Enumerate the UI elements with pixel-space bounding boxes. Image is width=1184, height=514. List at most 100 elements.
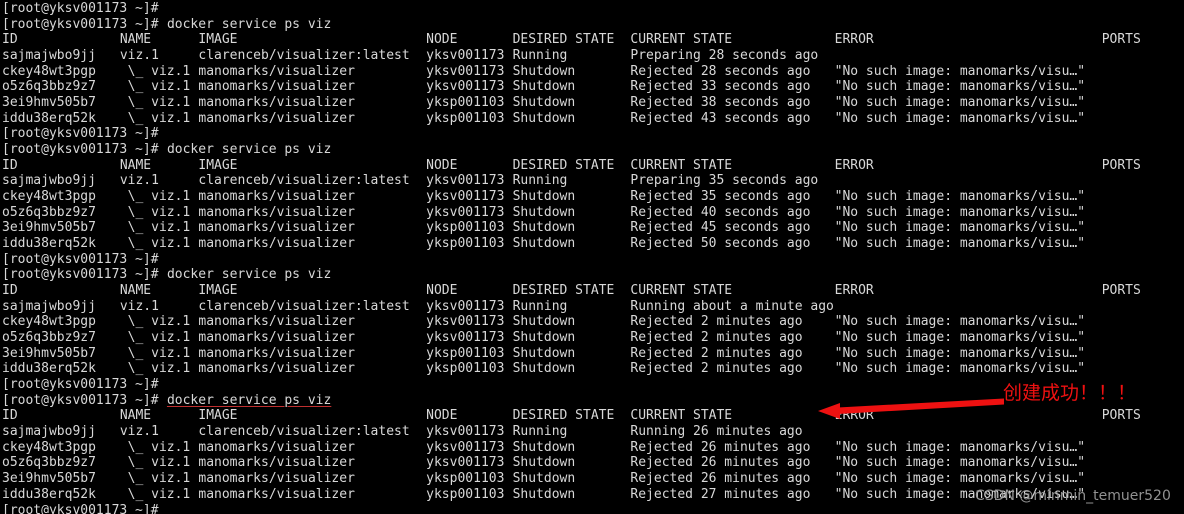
cell-desired-state: Shutdown: [512, 439, 576, 455]
table-row: sajmajwbo9jj viz.1 clarenceb/visualizer:la…: [2, 48, 1182, 64]
cell-id: sajmajwbo9jj: [2, 173, 96, 189]
cell-current-state: Rejected 28 seconds ago: [630, 63, 811, 79]
cell-node: yksp001103: [426, 361, 505, 377]
column-header-image: IMAGE: [198, 157, 238, 173]
cell-current-state: Rejected 26 minutes ago: [630, 439, 811, 455]
cell-error: "No such image: manomarks/visu…": [834, 79, 1086, 95]
column-header-error: ERROR: [834, 32, 874, 48]
terminal-prompt-line: [root@yksv001173 ~]# docker service ps vi…: [2, 267, 1182, 283]
table-row: sajmajwbo9jj viz.1 clarenceb/visualizer:la…: [2, 424, 1182, 440]
cell-node: yksv001173: [426, 439, 505, 455]
cell-image: manomarks/visualizer: [198, 486, 355, 502]
cell-desired-state: Shutdown: [512, 63, 576, 79]
cell-desired-state: Shutdown: [512, 345, 576, 361]
cell-id: 3ei9hmv505b7: [2, 471, 96, 487]
terminal-prompt-line: [root@yksv001173 ~]# docker service ps vi…: [2, 17, 1182, 33]
terminal-prompt-line: [root@yksv001173 ~]# docker service ps vi…: [2, 142, 1182, 158]
table-row: o5z6q3bbz9z7 \_ viz.1 manomarks/visualize…: [2, 205, 1182, 221]
column-header-name: NAME: [119, 408, 152, 424]
cell-node: yksv001173: [426, 189, 505, 205]
column-header-error: ERROR: [834, 157, 874, 173]
cell-node: yksv001173: [426, 314, 505, 330]
cell-name: \_ viz.1: [119, 361, 191, 377]
column-header-node: NODE: [426, 157, 458, 173]
shell-command: docker service ps viz: [166, 16, 332, 32]
cell-image: manomarks/visualizer: [198, 455, 355, 471]
cell-current-state: Rejected 26 minutes ago: [630, 471, 811, 487]
cell-current-state: Running about a minute ago: [630, 298, 834, 314]
cell-id: iddu38erq52k: [2, 361, 96, 377]
column-header-id: ID: [2, 157, 18, 173]
cell-node: yksv001173: [426, 173, 505, 189]
cell-node: yksv001173: [426, 424, 505, 440]
cell-desired-state: Shutdown: [512, 95, 576, 111]
table-row: o5z6q3bbz9z7 \_ viz.1 manomarks/visualize…: [2, 79, 1182, 95]
cell-desired-state: Shutdown: [512, 455, 576, 471]
cell-image: manomarks/visualizer: [198, 189, 355, 205]
cell-name: \_ viz.1: [119, 471, 191, 487]
table-header-row: ID NAME IMAGE NODE DESIRED STATE CURRENT STAT…: [2, 158, 1182, 174]
column-header-desired-state: DESIRED STATE: [512, 32, 615, 48]
shell-prompt: [root@yksv001173 ~]#: [2, 377, 159, 393]
cell-error: "No such image: manomarks/visu…": [834, 204, 1086, 220]
table-row: iddu38erq52k \_ viz.1 manomarks/visualize…: [2, 361, 1182, 377]
table-header-row: ID NAME IMAGE NODE DESIRED STATE CURRENT STAT…: [2, 32, 1182, 48]
cell-id: o5z6q3bbz9z7: [2, 455, 96, 471]
table-row: ckey48wt3pgp \_ viz.1 manomarks/visualize…: [2, 64, 1182, 80]
cell-error: "No such image: manomarks/visu…": [834, 220, 1086, 236]
cell-node: yksp001103: [426, 471, 505, 487]
cell-desired-state: Shutdown: [512, 330, 576, 346]
cell-name: viz.1: [119, 173, 159, 189]
table-row: ckey48wt3pgp \_ viz.1 manomarks/visualize…: [2, 189, 1182, 205]
cell-image: manomarks/visualizer: [198, 330, 355, 346]
cell-image: manomarks/visualizer: [198, 220, 355, 236]
cell-desired-state: Shutdown: [512, 361, 576, 377]
terminal-screen: [root@yksv001173 ~]# [root@yksv001173 ~]#…: [2, 1, 1182, 514]
cell-node: yksv001173: [426, 63, 505, 79]
cell-name: \_ viz.1: [119, 345, 191, 361]
cell-name: \_ viz.1: [119, 79, 191, 95]
cell-current-state: Rejected 2 minutes ago: [630, 345, 803, 361]
table-row: 3ei9hmv505b7 \_ viz.1 manomarks/visualize…: [2, 95, 1182, 111]
cell-image: manomarks/visualizer: [198, 314, 355, 330]
cell-image: manomarks/visualizer: [198, 63, 355, 79]
column-header-desired-state: DESIRED STATE: [512, 283, 615, 299]
cell-desired-state: Shutdown: [512, 204, 576, 220]
column-header-ports: PORTS: [1101, 408, 1141, 424]
cell-current-state: Rejected 2 minutes ago: [630, 314, 803, 330]
column-header-node: NODE: [426, 32, 458, 48]
cell-error: "No such image: manomarks/visu…": [834, 110, 1086, 126]
column-header-current-state: CURRENT STATE: [630, 283, 733, 299]
column-header-ports: PORTS: [1101, 32, 1141, 48]
cell-node: yksv001173: [426, 330, 505, 346]
column-header-desired-state: DESIRED STATE: [512, 157, 615, 173]
shell-prompt: [root@yksv001173 ~]#: [2, 142, 159, 158]
cell-image: manomarks/visualizer: [198, 79, 355, 95]
cell-desired-state: Shutdown: [512, 486, 576, 502]
cell-node: yksp001103: [426, 220, 505, 236]
cell-error: "No such image: manomarks/visu…": [834, 314, 1086, 330]
shell-prompt: [root@yksv001173 ~]#: [2, 251, 159, 267]
table-row: sajmajwbo9jj viz.1 clarenceb/visualizer:la…: [2, 173, 1182, 189]
cell-name: \_ viz.1: [119, 439, 191, 455]
cell-current-state: Rejected 50 seconds ago: [630, 236, 811, 252]
cell-desired-state: Shutdown: [512, 236, 576, 252]
cell-error: "No such image: manomarks/visu…": [834, 330, 1086, 346]
cell-current-state: Preparing 35 seconds ago: [630, 173, 819, 189]
table-header-row: ID NAME IMAGE NODE DESIRED STATE CURRENT STAT…: [2, 408, 1182, 424]
cell-desired-state: Shutdown: [512, 79, 576, 95]
cell-current-state: Rejected 2 minutes ago: [630, 361, 803, 377]
cell-name: \_ viz.1: [119, 236, 191, 252]
cell-current-state: Rejected 43 seconds ago: [630, 110, 811, 126]
column-header-error: ERROR: [834, 408, 874, 424]
column-header-id: ID: [2, 32, 18, 48]
shell-prompt: [root@yksv001173 ~]#: [2, 16, 159, 32]
cell-name: \_ viz.1: [119, 455, 191, 471]
cell-error: "No such image: manomarks/visu…": [834, 361, 1086, 377]
table-row: iddu38erq52k \_ viz.1 manomarks/visualize…: [2, 111, 1182, 127]
cell-current-state: Rejected 27 minutes ago: [630, 486, 811, 502]
cell-desired-state: Shutdown: [512, 110, 576, 126]
table-row: iddu38erq52k \_ viz.1 manomarks/visualize…: [2, 236, 1182, 252]
terminal-window[interactable]: [root@yksv001173 ~]# [root@yksv001173 ~]#…: [0, 0, 1184, 514]
shell-prompt: [root@yksv001173 ~]#: [2, 392, 159, 408]
